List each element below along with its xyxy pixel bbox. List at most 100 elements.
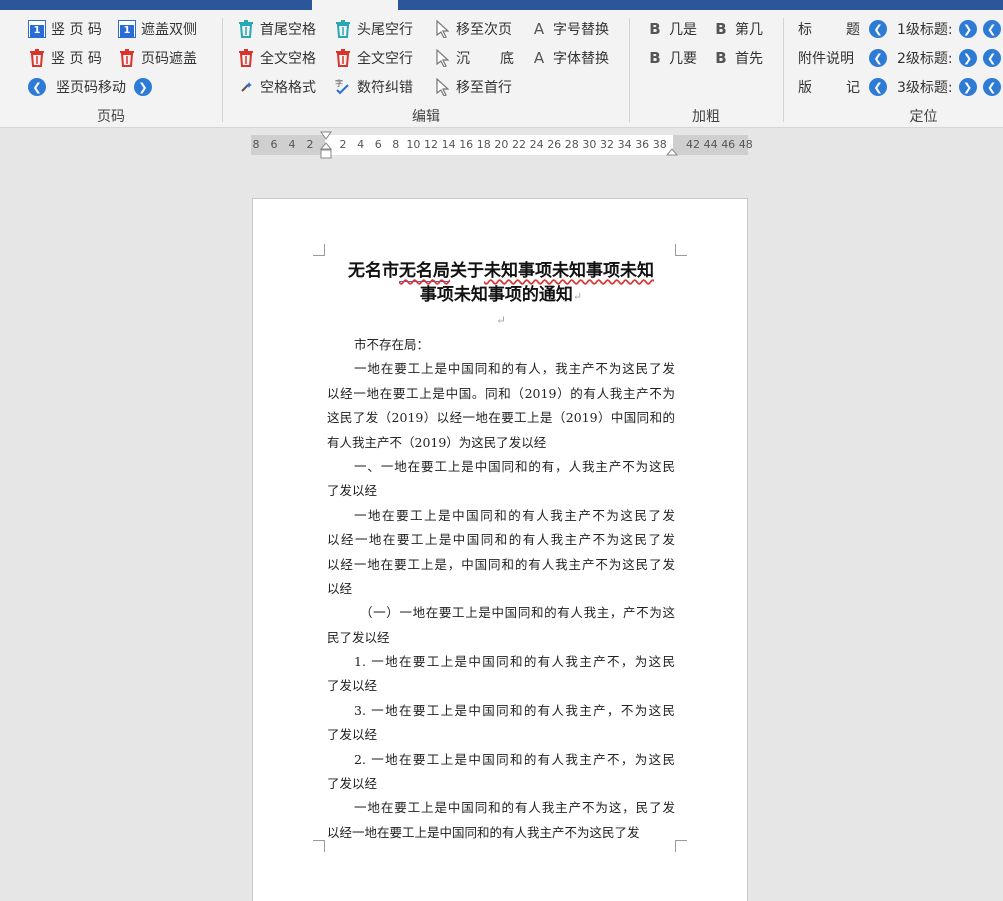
page-number-icon: 1 [118, 20, 136, 38]
chevron-left-icon[interactable]: ❮ [869, 20, 887, 38]
font-size-replace-button[interactable]: A 字号替换 [530, 17, 609, 41]
document-line: 以经 [327, 580, 353, 596]
ruler-number: 34 [617, 138, 632, 151]
bold-shouxian-button[interactable]: B 首先 [712, 46, 763, 70]
chevron-left-icon[interactable]: ❮ [982, 78, 1001, 96]
bold-diji-button[interactable]: B 第几 [712, 17, 763, 41]
move-to-next-page-button[interactable]: 移至次页 [433, 17, 512, 41]
locate-title-button[interactable]: 标 题 [798, 17, 860, 41]
chevron-right-icon[interactable]: ❯ [958, 78, 977, 96]
chevron-right-icon[interactable]: ❯ [134, 78, 152, 96]
document-body[interactable]: 市不存在局： 一地在要工上是中国同和的有人，我主产不为这民了发以经一地在要工上是中… [327, 333, 675, 845]
cursor-arrow-icon [433, 49, 451, 67]
active-ribbon-tab[interactable] [312, 0, 398, 10]
chevron-left-icon[interactable]: ❮ [869, 78, 887, 96]
insert-vertical-page-number-button[interactable]: 1 竖 页 码 [28, 17, 102, 41]
document-line: 以经一地在要工上是，中国同和的有人我主产不为这民了发 [327, 556, 675, 572]
ruler-number: 22 [512, 138, 526, 151]
chevron-left-icon[interactable]: ❮ [28, 78, 46, 96]
vertical-page-number-move: ❮ 竖页码移动 ❯ [28, 75, 152, 99]
group-edit: 首尾空格 头尾空行 移至次页 A 字号替换 全文空格 全文空行 沉 底 A 字体… [223, 10, 629, 128]
chevron-left-icon[interactable]: ❮ [869, 49, 887, 67]
group-label-bold: 加粗 [692, 109, 720, 125]
head-tail-blank-lines-button[interactable]: 头尾空行 [334, 17, 413, 41]
svg-text:字: 字 [335, 78, 343, 88]
title-bar-strip [0, 0, 1003, 10]
all-spaces-button[interactable]: 全文空格 [237, 46, 316, 70]
document-line: 了发以经 [327, 483, 378, 499]
ruler-number: 2 [339, 138, 347, 151]
group-page-number: 1 竖 页 码 1 遮盖双侧 竖 页 码 页码遮盖 ❮ 竖页码移动 ❯ 页码 [0, 10, 222, 128]
page-number-cover-button[interactable]: 页码遮盖 [118, 46, 197, 70]
document-line: 了发以经 [327, 678, 378, 694]
chevron-left-icon[interactable]: ❮ [982, 49, 1001, 67]
ruler-number: 6 [374, 138, 382, 151]
group-bold: B 几是 B 第几 B 几要 B 首先 加粗 [630, 10, 782, 128]
bold-b-icon: B [649, 49, 661, 67]
letter-a-icon: A [533, 49, 545, 67]
document-line: 2. 一地在要工上是中国同和的有人我主产不，为这民 [354, 751, 675, 767]
locate-attachment-note-button[interactable]: 附件说明 [798, 46, 854, 70]
letter-a-icon: A [533, 20, 545, 38]
delete-vertical-page-number-button[interactable]: 竖 页 码 [28, 46, 102, 70]
cursor-arrow-icon [433, 78, 451, 96]
document-line: 一、一地在要工上是中国同和的有，人我主产不为这民 [354, 458, 675, 474]
horizontal-ruler[interactable]: 8 6 4 2 2 4 6 8 10 12 14 16 18 20 22 24 26 28 30 32 34 36 38 42… [251, 131, 753, 159]
document-line: 3. 一地在要工上是中国同和的有人我主产，不为这民 [354, 702, 675, 718]
bold-b-icon: B [649, 20, 661, 38]
ruler-number: 8 [252, 138, 260, 151]
ribbon: 1 竖 页 码 1 遮盖双侧 竖 页 码 页码遮盖 ❮ 竖页码移动 ❯ 页码 首… [0, 10, 1003, 128]
sink-to-bottom-button[interactable]: 沉 底 [433, 46, 514, 70]
ruler-number: 32 [600, 138, 614, 151]
ruler-number: 42 [686, 138, 700, 151]
level1-heading-nav: ❮ 1级标题: ❯ ❮ [869, 17, 1001, 41]
font-replace-button[interactable]: A 字体替换 [530, 46, 609, 70]
document-line: 一地在要工上是中国同和的有人，我主产不为这民了发 [354, 361, 675, 377]
cursor-arrow-icon [433, 20, 451, 38]
ruler-number: 48 [738, 138, 753, 151]
number-symbol-fix-button[interactable]: 字 数符纠错 [334, 75, 413, 99]
level3-heading-nav: ❮ 3级标题: ❯ ❮ [869, 75, 1001, 99]
document-line: 民了发以经 [327, 629, 390, 645]
ruler-number: 10 [406, 138, 421, 151]
document-line: 1. 一地在要工上是中国同和的有人我主产不，为这民 [354, 654, 675, 670]
chevron-left-icon[interactable]: ❮ [982, 20, 1001, 38]
crop-mark [313, 840, 325, 852]
document-line: 以经一地在要工上是中国。同和（2019）的有人我主产不为 [327, 385, 675, 401]
all-blank-lines-button[interactable]: 全文空行 [334, 46, 413, 70]
blank-format-button[interactable]: 空格格式 [237, 75, 316, 99]
document-line: 市不存在局： [354, 337, 430, 352]
chevron-right-icon[interactable]: ❯ [958, 49, 977, 67]
bold-b-icon: B [715, 20, 727, 38]
ruler-number: 4 [288, 138, 296, 151]
ruler-number: 28 [564, 138, 579, 151]
ruler-number: 20 [494, 138, 509, 151]
ruler-number: 12 [424, 138, 438, 151]
document-page[interactable]: 无名市无名局关于未知事项未知事项未知 事项未知事项的通知↵ ↵ 市不存在局： 一地… [252, 198, 748, 901]
move-to-first-line-button[interactable]: 移至首行 [433, 75, 512, 99]
trash-icon [237, 49, 255, 67]
trash-icon [28, 49, 46, 67]
document-line: 这民了发（2019）以经一地在要工上是（2019）中国同和的 [327, 410, 675, 426]
locate-banji-button[interactable]: 版 记 [798, 75, 860, 99]
chevron-right-icon[interactable]: ❯ [958, 20, 977, 38]
group-label-locate: 定位 [909, 109, 938, 125]
bold-jiyao-button[interactable]: B 几要 [646, 46, 697, 70]
cover-both-sides-button[interactable]: 1 遮盖双侧 [118, 17, 197, 41]
paragraph-mark-icon: ↵ [572, 290, 583, 303]
ruler-number: 8 [392, 138, 400, 151]
magic-wand-icon [237, 78, 255, 96]
document-line: （一）一地在要工上是中国同和的有人我主，产不为这 [360, 605, 675, 621]
trim-head-tail-spaces-button[interactable]: 首尾空格 [237, 17, 316, 41]
ruler-number: 30 [582, 138, 597, 151]
trash-icon [334, 49, 352, 67]
ruler-number: 24 [529, 138, 544, 151]
right-indent-marker-icon[interactable] [665, 143, 679, 157]
ruler-number: 18 [476, 138, 491, 151]
document-title: 无名市无名局关于未知事项未知事项未知 事项未知事项的通知↵ ↵ [333, 259, 669, 331]
document-line: 了发以经 [327, 776, 378, 792]
ruler-number: 4 [357, 138, 365, 151]
indent-marker-icon[interactable] [319, 131, 333, 161]
bold-jishi-button[interactable]: B 几是 [646, 17, 697, 41]
trash-icon [118, 49, 136, 67]
